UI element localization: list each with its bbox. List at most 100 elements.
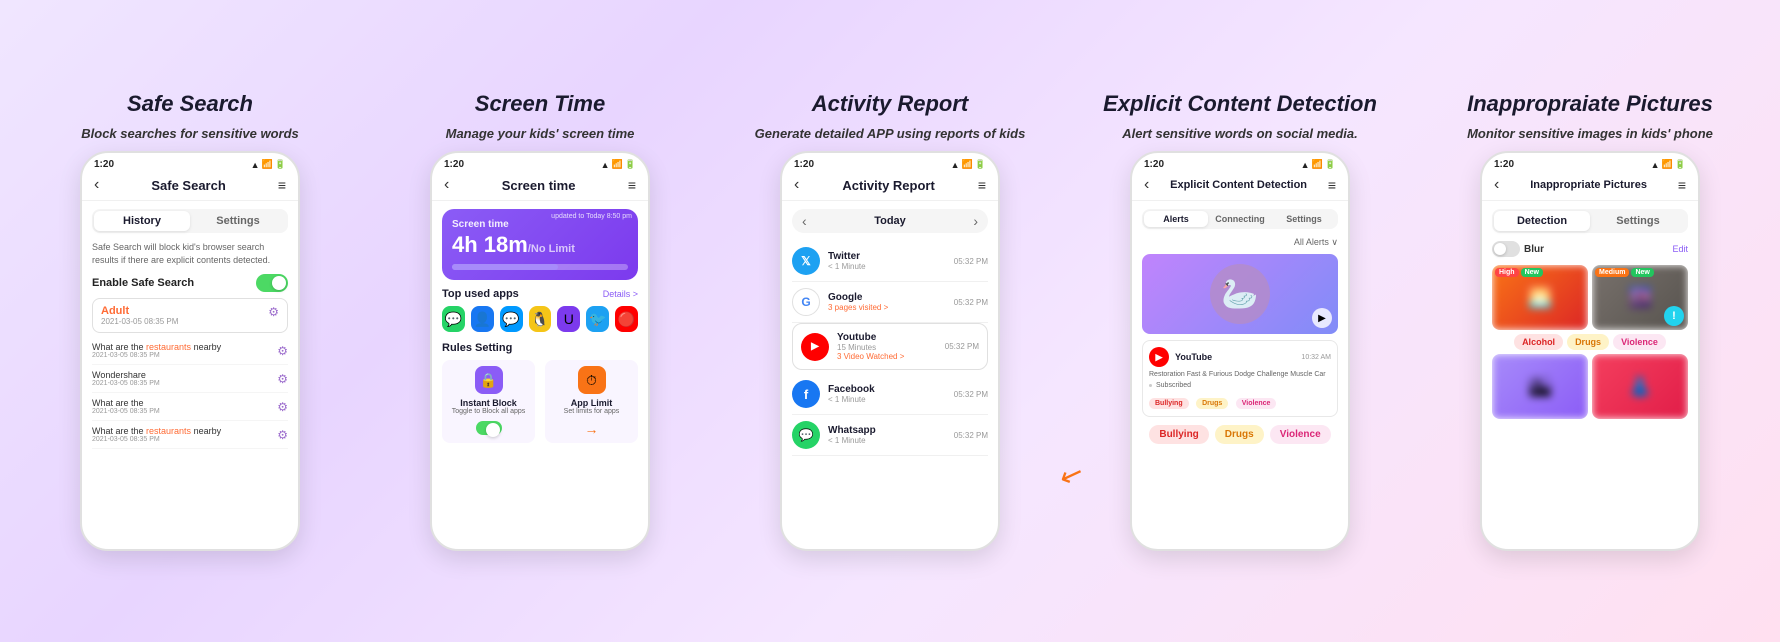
messenger-app-icon[interactable]: 💬 (500, 306, 523, 332)
whatsapp-time: 05:32 PM (954, 431, 988, 440)
gear-icon-4[interactable]: ⚙ (277, 428, 288, 442)
gear-icon[interactable]: ⚙ (268, 305, 279, 319)
google-sub[interactable]: 3 pages visited > (828, 303, 946, 312)
bullying-tag-video: Bullying (1149, 398, 1189, 409)
screen-phone-header: ‹ Screen time ≡ (432, 172, 648, 201)
twitter-app-name: Twitter (828, 251, 946, 262)
search-date-3: 2021-03-05 08:35 PM (92, 408, 160, 415)
google-app-icon[interactable]: 🔴 (615, 306, 638, 332)
app-limit-card: ⏱ App Limit Set limits for apps → (545, 360, 638, 443)
status-time: 1:20 (94, 159, 114, 170)
rules-row: 🔒 Instant Block Toggle to Block all apps… (442, 360, 638, 443)
play-button[interactable]: ▶ (1312, 308, 1332, 328)
inapp-settings-tab[interactable]: Settings (1590, 211, 1686, 231)
menu-button[interactable]: ≡ (278, 177, 286, 193)
date-label: Today (874, 215, 906, 227)
video-desc: Restoration Fast & Furious Dodge Challen… (1149, 371, 1331, 378)
activity-report-column: Activity Report Generate detailed APP us… (720, 91, 1060, 552)
image-grid-top: 🌅 High New 🌆 Medium New ! (1492, 265, 1688, 330)
whatsapp-app-name: Whatsapp (828, 425, 946, 436)
blur-toggle[interactable] (1492, 241, 1520, 257)
filter-button[interactable]: All Alerts ∨ (1294, 237, 1338, 248)
image-thumb-2: 🌆 Medium New ! (1592, 265, 1688, 330)
explicit-menu-button[interactable]: ≡ (1328, 177, 1336, 193)
settings-tab[interactable]: Settings (1272, 211, 1336, 227)
twitter-app-icon[interactable]: 🐦 (586, 306, 609, 332)
activity-report-desc: Generate detailed APP using reports of k… (755, 125, 1026, 143)
violence-tag-video: Violence (1236, 398, 1277, 409)
back-button[interactable]: ‹ (94, 176, 99, 194)
safe-search-toggle[interactable] (256, 274, 288, 292)
video-header: ▶ YouTube 10:32 AM (1149, 347, 1331, 367)
gear-icon-2[interactable]: ⚙ (277, 372, 288, 386)
gear-icon-3[interactable]: ⚙ (277, 400, 288, 414)
pics-tags: Alcohol Drugs Violence (1492, 334, 1688, 350)
app-limit-arrow[interactable]: → (551, 421, 632, 437)
tab-history[interactable]: History (94, 211, 190, 231)
activity-phone-header: ‹ Activity Report ≡ (782, 172, 998, 201)
video-tags: Bullying Drugs Violence (1149, 392, 1331, 410)
screen-progress-bar (452, 264, 628, 270)
rules-title: Rules Setting (442, 342, 512, 354)
detection-tab[interactable]: Detection (1494, 211, 1590, 231)
search-item-1: What are the restaurants nearby 2021-03-… (92, 337, 288, 365)
google-time: 05:32 PM (954, 298, 988, 307)
edit-link[interactable]: Edit (1672, 244, 1688, 254)
google-icon: G (792, 288, 820, 316)
activity-back-button[interactable]: ‹ (794, 176, 799, 194)
drugs-tag-big: Drugs (1215, 425, 1264, 444)
tags-bottom: Bullying Drugs Violence (1142, 425, 1338, 444)
date-prev-button[interactable]: ‹ (802, 213, 807, 229)
details-link[interactable]: Details > (603, 289, 638, 299)
whatsapp-icon: 💬 (792, 421, 820, 449)
explicit-back-button[interactable]: ‹ (1144, 176, 1149, 194)
activity-status-icons: ▲ 📶 🔋 (951, 159, 986, 170)
date-next-button[interactable]: › (973, 213, 978, 229)
toggle-row: Enable Safe Search (92, 274, 288, 292)
youtube-sub2[interactable]: 3 Video Watched > (837, 352, 937, 361)
gear-icon-1[interactable]: ⚙ (277, 344, 288, 358)
tab-settings[interactable]: Settings (190, 211, 286, 231)
penguin-app-icon[interactable]: 🐧 (529, 306, 552, 332)
activity-status-time: 1:20 (794, 159, 814, 170)
alerts-tab[interactable]: Alerts (1144, 211, 1208, 227)
safe-search-title: Safe Search (127, 91, 253, 117)
explicit-status-icons: ▲ 📶 🔋 (1301, 159, 1336, 170)
video-time: 10:32 AM (1301, 354, 1331, 361)
explicit-status-bar: 1:20 ▲ 📶 🔋 (1132, 153, 1348, 172)
facebook-sub: < 1 Minute (828, 395, 946, 404)
whatsapp-app-icon[interactable]: 💬 (442, 306, 465, 332)
search-item-3: What are the 2021-03-05 08:35 PM ⚙ (92, 393, 288, 421)
connecting-tab[interactable]: Connecting (1208, 211, 1272, 227)
filter-row: All Alerts ∨ (1142, 237, 1338, 248)
pics-violence-tag: Violence (1613, 334, 1666, 350)
safe-search-column: Safe Search Block searches for sensitive… (20, 91, 360, 552)
instant-block-toggle[interactable] (476, 421, 502, 435)
instant-block-toggle-container (448, 421, 529, 435)
activity-phone-body: ‹ Today › 𝕏 Twitter < 1 Minute 05:32 PM … (782, 201, 998, 464)
image-thumb-4: 👗 (1592, 354, 1688, 419)
search-text-3: What are the (92, 398, 160, 408)
explicit-phone-header: ‹ Explicit Content Detection ≡ (1132, 172, 1348, 201)
activity-report-phone: 1:20 ▲ 📶 🔋 ‹ Activity Report ≡ ‹ Today › (780, 151, 1000, 551)
search-date-1: 2021-03-05 08:35 PM (92, 352, 221, 359)
explicit-header-title: Explicit Content Detection (1170, 179, 1307, 191)
high-badge: High (1495, 268, 1519, 277)
screen-time-card: updated to Today 8:50 pm Screen time 4h … (442, 209, 638, 280)
activity-menu-button[interactable]: ≡ (978, 177, 986, 193)
activity-status-bar: 1:20 ▲ 📶 🔋 (782, 153, 998, 172)
screen-menu-button[interactable]: ≡ (628, 177, 636, 193)
screen-back-button[interactable]: ‹ (444, 176, 449, 194)
instant-block-icon: 🔒 (475, 366, 503, 394)
phone-header: ‹ Safe Search ≡ (82, 172, 298, 201)
alert-word: Adult (101, 305, 178, 317)
app-limit-title: App Limit (551, 398, 632, 408)
facebook-app-icon[interactable]: 👤 (471, 306, 494, 332)
inapp-menu-button[interactable]: ≡ (1678, 177, 1686, 193)
app-icons-row: 💬 👤 💬 🐧 U 🐦 🔴 (442, 306, 638, 332)
explicit-status-time: 1:20 (1144, 159, 1164, 170)
search-text-1: What are the restaurants nearby (92, 342, 221, 352)
u-app-icon[interactable]: U (557, 306, 580, 332)
inapp-back-button[interactable]: ‹ (1494, 176, 1499, 194)
screen-time-title: Screen Time (475, 91, 605, 117)
